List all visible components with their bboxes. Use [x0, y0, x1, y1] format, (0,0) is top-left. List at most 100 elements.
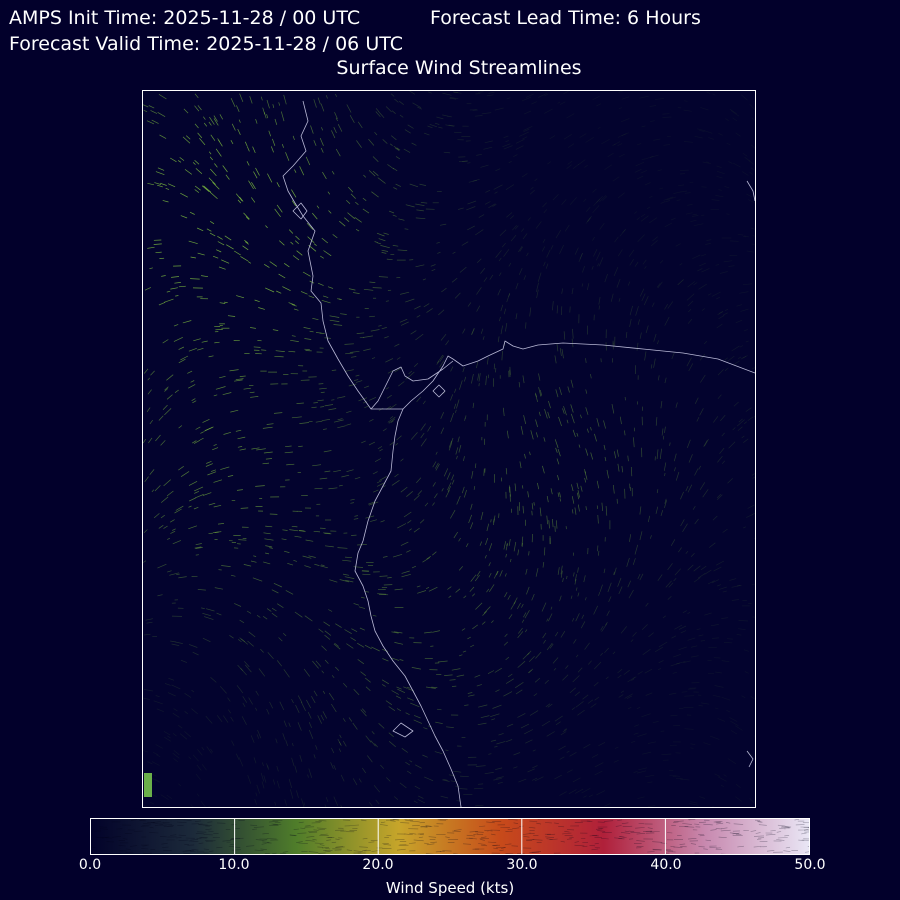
wind-streak — [559, 387, 562, 395]
wind-streak — [200, 800, 206, 807]
wind-streak — [217, 241, 225, 246]
wind-streak — [621, 96, 630, 100]
wind-streak — [312, 464, 322, 467]
wind-streak — [375, 111, 381, 118]
wind-streak — [698, 283, 707, 290]
wind-streak — [747, 504, 755, 509]
coastline-path-islands — [292, 202, 446, 738]
wind-streak — [743, 438, 749, 443]
wind-streak — [750, 227, 755, 230]
wind-streak — [561, 288, 564, 294]
wind-streak — [222, 392, 232, 396]
wind-streak — [382, 658, 389, 662]
wind-streak — [355, 374, 360, 377]
wind-streak — [584, 164, 588, 168]
wind-streak — [358, 778, 362, 783]
wind-streak — [420, 202, 428, 204]
wind-streak — [546, 495, 549, 503]
wind-streak — [262, 426, 273, 429]
wind-streak — [494, 745, 498, 748]
wind-streak — [614, 236, 619, 243]
wind-streak — [664, 426, 666, 433]
wind-streak — [655, 417, 658, 426]
wind-streak — [593, 682, 599, 687]
wind-streak — [680, 491, 684, 500]
wind-streak — [333, 324, 343, 326]
wind-streak — [506, 212, 513, 218]
wind-streak — [457, 436, 460, 443]
wind-streak — [328, 487, 338, 490]
wind-streak — [263, 532, 271, 535]
wind-streak — [515, 145, 524, 150]
wind-streak — [661, 428, 664, 436]
wind-streak — [723, 260, 733, 263]
wind-streak — [501, 242, 506, 248]
wind-streak — [350, 498, 355, 501]
wind-streak — [642, 648, 651, 656]
wind-streak — [331, 703, 337, 713]
wind-streak — [681, 691, 688, 693]
wind-streak — [188, 384, 196, 389]
wind-streak — [533, 693, 538, 697]
wind-streak — [687, 300, 694, 307]
wind-streak — [503, 248, 510, 257]
wind-streak — [227, 475, 234, 477]
wind-streak — [662, 116, 672, 118]
wind-streak — [577, 567, 579, 573]
wind-streak — [391, 690, 399, 695]
wind-streak — [635, 161, 645, 167]
wind-streak — [726, 709, 731, 713]
wind-streak — [166, 490, 174, 497]
wind-streak — [513, 766, 518, 769]
wind-streak — [745, 407, 752, 412]
wind-streak — [488, 572, 492, 578]
wind-streak — [369, 418, 374, 422]
wind-streak — [282, 632, 287, 637]
wind-streak — [188, 347, 197, 352]
wind-streak — [727, 478, 733, 484]
wind-streak — [635, 306, 639, 316]
wind-streak — [310, 125, 314, 134]
forecast-page: AMPS Init Time: 2025-11-28 / 00 UTC Fore… — [0, 0, 900, 900]
wind-streak — [197, 347, 204, 351]
wind-streak — [634, 261, 639, 267]
wind-streak — [240, 507, 249, 509]
wind-streak — [149, 419, 153, 425]
wind-streak — [318, 628, 324, 633]
wind-streak — [626, 557, 630, 567]
wind-streak — [400, 486, 408, 493]
wind-streak — [641, 158, 645, 161]
wind-streak — [711, 291, 721, 297]
wind-streak — [313, 99, 317, 108]
wind-streak — [338, 298, 342, 300]
wind-streak — [352, 722, 358, 730]
wind-streak — [143, 697, 150, 700]
wind-streak — [560, 631, 566, 638]
wind-streak — [434, 462, 439, 469]
wind-streak — [463, 456, 465, 462]
wind-streak — [522, 485, 524, 489]
wind-streak — [254, 798, 257, 805]
wind-streak — [368, 441, 376, 446]
wind-streak — [683, 141, 694, 143]
valid-time-text: Forecast Valid Time: 2025-11-28 / 06 UTC — [9, 33, 403, 55]
wind-streak — [239, 448, 246, 451]
wind-streak — [190, 380, 195, 383]
wind-streak — [314, 563, 320, 566]
wind-streak — [312, 212, 318, 220]
wind-streak — [680, 190, 688, 193]
wind-streak — [446, 472, 451, 480]
wind-streak — [194, 93, 199, 99]
wind-streak — [374, 458, 382, 463]
wind-streak — [726, 213, 730, 215]
wind-streak — [315, 745, 318, 750]
wind-streak — [717, 394, 722, 400]
wind-streak — [559, 101, 566, 105]
wind-streak — [320, 103, 325, 112]
wind-streak — [634, 724, 640, 727]
wind-streak — [685, 485, 689, 492]
wind-streak — [740, 94, 748, 101]
wind-streak — [712, 637, 719, 639]
wind-streak — [148, 437, 153, 444]
wind-streak — [556, 344, 559, 352]
